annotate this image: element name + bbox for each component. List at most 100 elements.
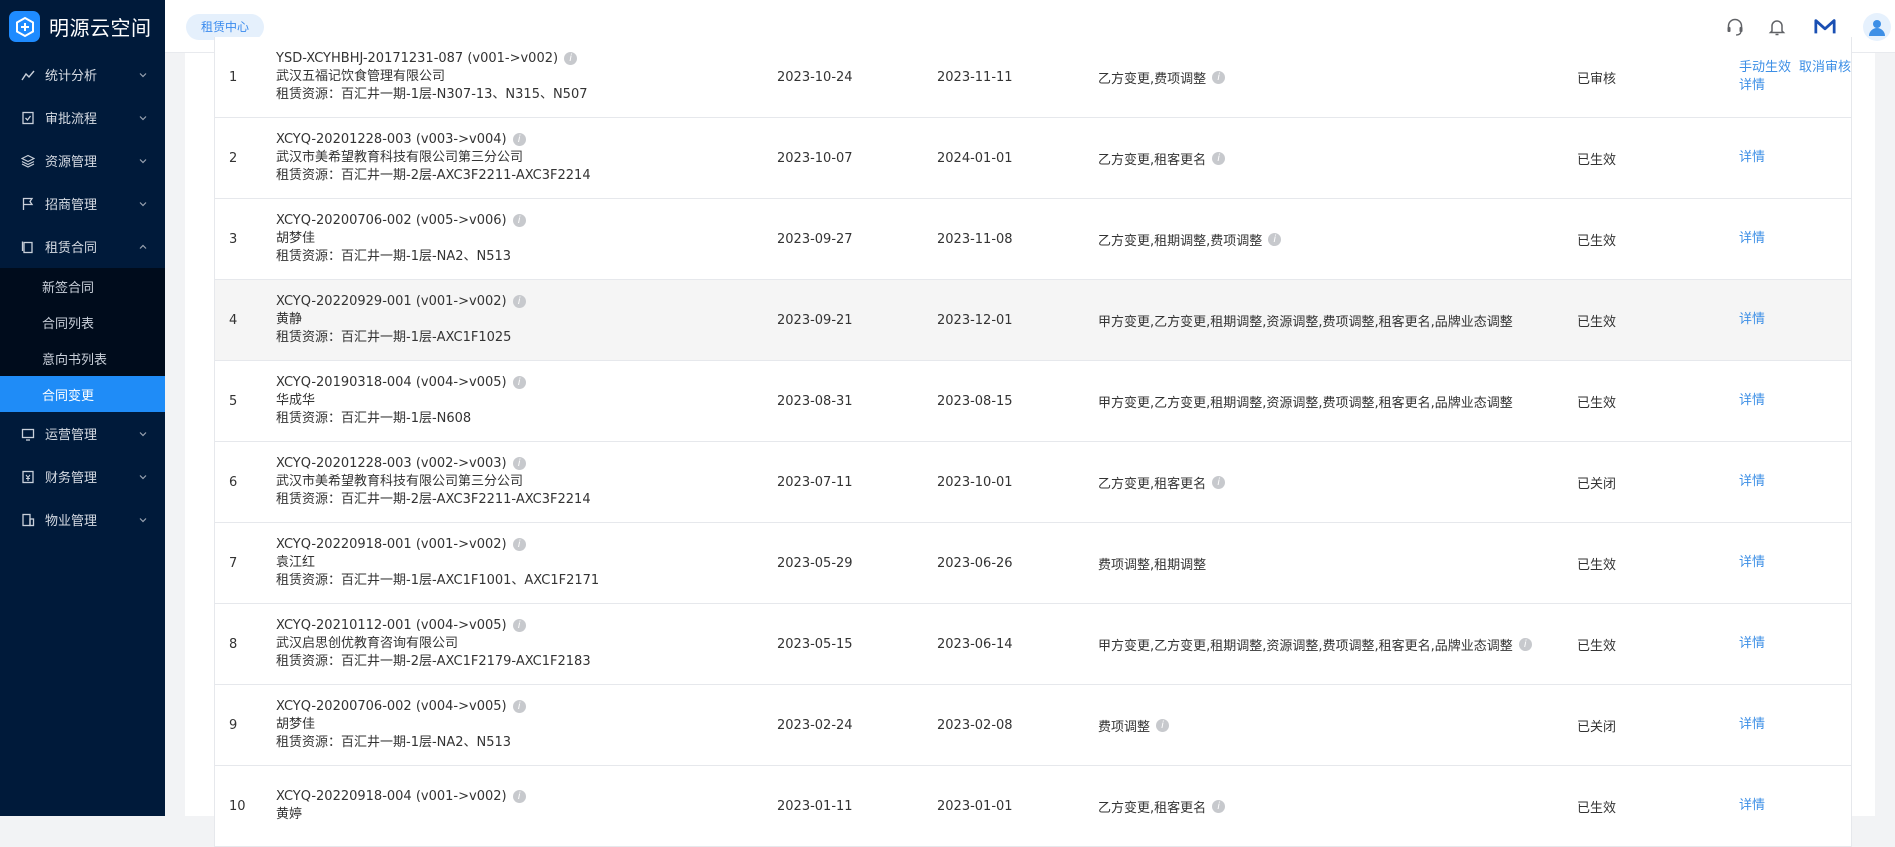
change-type-cell: 乙方变更,费项调整 i (1098, 37, 1226, 117)
lease-resource: 租赁资源：百汇井一期-1层-AXC1F1025 (276, 330, 512, 345)
change-type: 乙方变更,租客更名 (1098, 800, 1207, 816)
contract-info: XCYQ-20201228-003 (v002->v003) i 武汉市美希望教育科… (276, 442, 591, 522)
submenu-new-contract[interactable]: 新签合同 (0, 268, 165, 304)
actions-line: 手动生效 取消审核 (1739, 59, 1851, 77)
detail-link[interactable]: 详情 (1739, 230, 1765, 248)
row-index: 8 (229, 636, 238, 652)
cancel-review-link[interactable]: 取消审核 (1799, 59, 1851, 77)
detail-link[interactable]: 详情 (1739, 473, 1765, 491)
building-icon (21, 513, 35, 527)
detail-link[interactable]: 详情 (1739, 554, 1765, 572)
info-icon[interactable]: i (512, 133, 526, 146)
menu-item-investment[interactable]: 招商管理 (0, 182, 165, 225)
submenu-contract-list[interactable]: 合同列表 (0, 304, 165, 340)
menu-item-resource[interactable]: 资源管理 (0, 139, 165, 182)
menu-item-operation[interactable]: 运营管理 (0, 412, 165, 455)
avatar[interactable] (1863, 12, 1891, 41)
row-index: 2 (229, 150, 238, 166)
change-date: 2023-09-21 (777, 312, 853, 328)
brand-m-icon[interactable] (1814, 16, 1836, 38)
lease-resource: 租赁资源：百汇井一期-1层-NA2、N513 (276, 249, 512, 264)
table-row: 3 XCYQ-20200706-002 (v005->v006) i 胡梦佳 租赁资源：… (214, 199, 1852, 280)
change-date: 2023-07-11 (777, 474, 853, 490)
headset-icon[interactable] (1724, 16, 1746, 38)
change-type-cell: 乙方变更,租客更名 i (1098, 442, 1226, 522)
menu-item-approval[interactable]: 审批流程 (0, 96, 165, 139)
row-actions: 详情 (1739, 118, 1765, 198)
contract-info: XCYQ-20200706-002 (v004->v005) i 胡梦佳 租赁资源：百… (276, 685, 526, 765)
menu-item-stats[interactable]: 统计分析 (0, 53, 165, 96)
status: 已生效 (1577, 395, 1617, 411)
row-actions: 详情 (1739, 442, 1765, 522)
info-icon[interactable]: i (512, 214, 526, 227)
effective-date: 2023-06-14 (937, 636, 1013, 652)
info-icon[interactable]: i (1212, 799, 1226, 813)
menu-item-label: 审批流程 (45, 112, 98, 127)
effective-date: 2023-12-01 (937, 312, 1013, 328)
app-title: 明源云空间 (49, 16, 152, 40)
info-icon[interactable]: i (512, 790, 526, 803)
row-actions: 详情 (1739, 199, 1765, 279)
detail-link[interactable]: 详情 (1739, 311, 1765, 329)
menu-item-label: 租赁合同 (45, 241, 98, 256)
contract-code: XCYQ-20210112-001 (v004->v005) (276, 618, 507, 633)
menu-item-lease-contract[interactable]: 租赁合同 (0, 225, 165, 268)
status: 已审核 (1577, 71, 1617, 87)
lease-contract-submenu: 新签合同 合同列表 意向书列表 合同变更 (0, 268, 165, 412)
info-icon[interactable]: i (1212, 70, 1226, 84)
change-type-cell: 乙方变更,租客更名 i (1098, 118, 1226, 198)
info-icon[interactable]: i (1212, 475, 1226, 489)
row-index: 3 (229, 231, 238, 247)
table-row: 6 XCYQ-20201228-003 (v002->v003) i 武汉市美希望教育… (214, 442, 1852, 523)
contract-code-line: XCYQ-20190318-004 (v004->v005) i (276, 374, 526, 392)
detail-link[interactable]: 详情 (1739, 635, 1765, 653)
menu-item-finance[interactable]: 财务管理 (0, 455, 165, 498)
detail-link[interactable]: 详情 (1739, 149, 1765, 167)
effective-date: 2023-10-01 (937, 474, 1013, 490)
info-icon[interactable]: i (512, 376, 526, 389)
info-icon[interactable]: i (512, 538, 526, 551)
contract-code: XCYQ-20220918-004 (v001->v002) (276, 789, 507, 804)
info-icon[interactable]: i (512, 295, 526, 308)
detail-link[interactable]: 详情 (1739, 797, 1765, 815)
effective-date: 2023-11-08 (937, 231, 1013, 247)
submenu-intent-list[interactable]: 意向书列表 (0, 340, 165, 376)
status: 已生效 (1577, 638, 1617, 654)
detail-link[interactable]: 详情 (1739, 716, 1765, 734)
submenu-contract-change[interactable]: 合同变更 (0, 376, 165, 412)
info-icon[interactable]: i (512, 457, 526, 470)
info-icon[interactable]: i (1518, 637, 1532, 651)
row-index: 6 (229, 474, 238, 490)
row-actions: 详情 (1739, 604, 1765, 684)
contract-code: XCYQ-20200706-002 (v005->v006) (276, 213, 507, 228)
effective-date: 2024-01-01 (937, 150, 1013, 166)
change-date: 2023-01-11 (777, 798, 853, 814)
info-icon[interactable]: i (1156, 718, 1170, 732)
contract-info: XCYQ-20200706-002 (v005->v006) i 胡梦佳 租赁资源：百… (276, 199, 526, 279)
info-icon[interactable]: i (1268, 232, 1282, 246)
info-icon[interactable]: i (512, 619, 526, 632)
chevron-down-icon (139, 430, 147, 438)
bell-icon[interactable] (1766, 16, 1788, 38)
menu-item-property[interactable]: 物业管理 (0, 498, 165, 541)
info-icon[interactable]: i (1212, 151, 1226, 165)
manual-effective-link[interactable]: 手动生效 (1739, 59, 1791, 77)
contract-code: YSD-XCYHBHJ-20171231-087 (v001->v002) (276, 51, 559, 66)
info-icon[interactable]: i (512, 700, 526, 713)
table-row: 2 XCYQ-20201228-003 (v003->v004) i 武汉市美希望教育… (214, 118, 1852, 199)
detail-link[interactable]: 详情 (1739, 392, 1765, 410)
chevron-down-icon (139, 200, 147, 208)
contract-info: XCYQ-20210112-001 (v004->v005) i 武汉启思创优教育咨… (276, 604, 591, 684)
layers-icon (21, 154, 35, 168)
change-type: 甲方变更,乙方变更,租期调整,资源调整,费项调整,租客更名,品牌业态调整 (1098, 395, 1513, 411)
row-index: 10 (229, 798, 246, 814)
detail-link[interactable]: 详情 (1739, 77, 1765, 95)
table-row: 8 XCYQ-20210112-001 (v004->v005) i 武汉启思创优教育… (214, 604, 1852, 685)
info-icon[interactable]: i (564, 52, 578, 65)
tenant-name: 华成华 (276, 393, 316, 408)
table-row: 9 XCYQ-20200706-002 (v004->v005) i 胡梦佳 租赁资源：… (214, 685, 1852, 766)
row-index: 5 (229, 393, 238, 409)
table-row: 4 XCYQ-20220929-001 (v001->v002) i 黄静 租赁资源：百… (214, 280, 1852, 361)
contract-code-line: XCYQ-20220918-001 (v001->v002) i (276, 536, 526, 554)
row-index: 7 (229, 555, 238, 571)
